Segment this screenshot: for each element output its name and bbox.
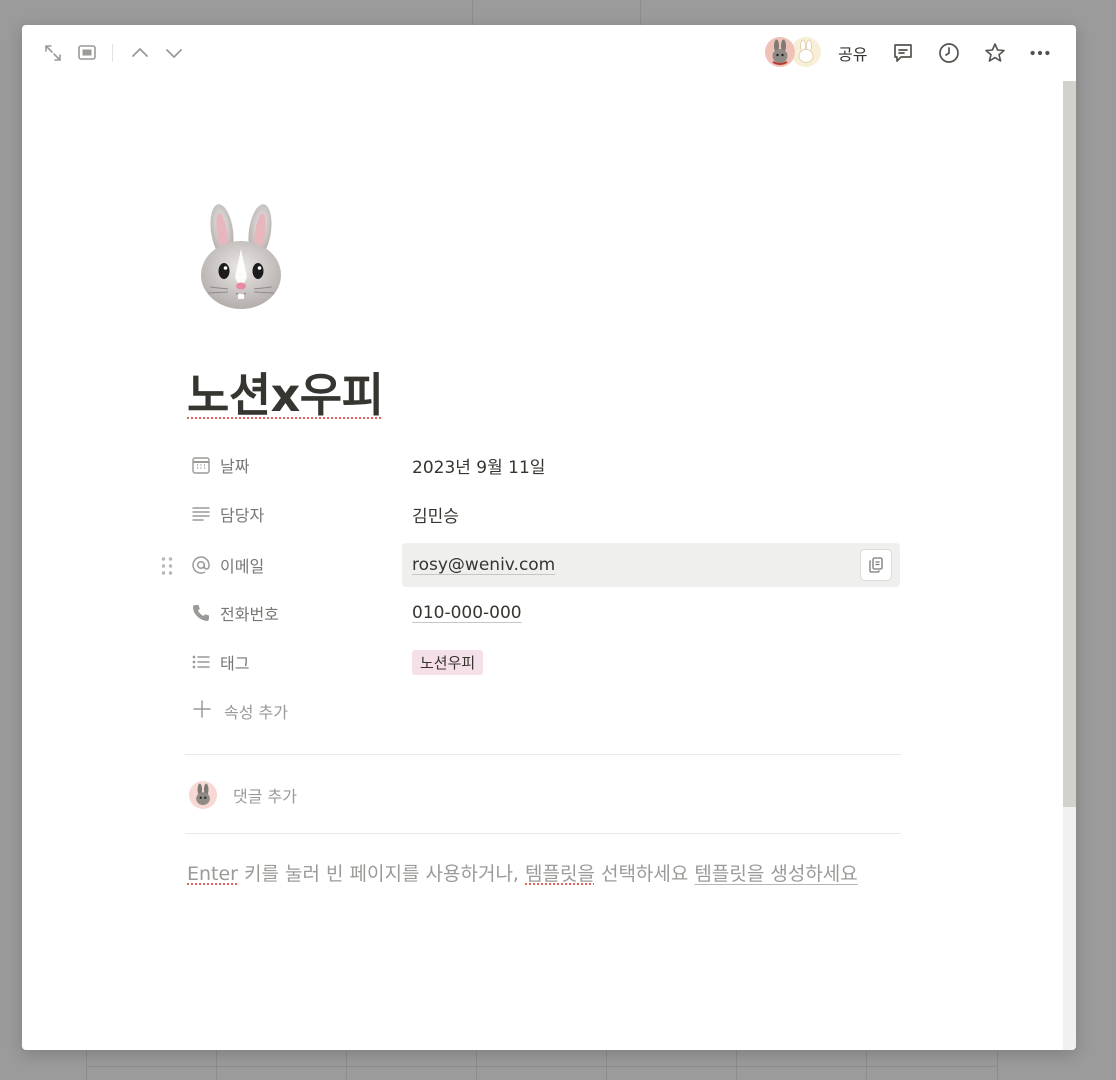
property-name-email[interactable]: 이메일 xyxy=(190,543,390,587)
list-icon xyxy=(190,651,212,673)
property-name-tags[interactable]: 태그 xyxy=(190,640,390,684)
bg-grid-line xyxy=(866,1050,867,1080)
bg-grid-line xyxy=(640,0,641,25)
property-value-email[interactable]: rosy@weniv.com xyxy=(402,543,900,587)
property-row-tags: 태그 노션우피 xyxy=(190,640,902,684)
enter-key-word: Enter xyxy=(187,863,238,885)
bg-grid-line xyxy=(472,0,473,25)
bg-grid-line xyxy=(346,1050,347,1080)
drag-handle-icon[interactable] xyxy=(160,555,174,577)
property-value-phone[interactable]: 010-000-000 xyxy=(402,591,900,635)
calendar-icon xyxy=(190,454,212,476)
empty-page-hint: Enter 키를 눌러 빈 페이지를 사용하거나, 템플릿을 선택하세요 템플릿… xyxy=(187,859,858,886)
clock-icon[interactable] xyxy=(937,41,961,65)
property-label: 태그 xyxy=(220,654,250,673)
peek-topbar: 공유 xyxy=(22,25,1076,81)
comment-icon[interactable] xyxy=(891,41,915,65)
assignee-value: 김민승 xyxy=(412,506,459,527)
property-label: 이메일 xyxy=(220,557,265,576)
property-value-assignee[interactable]: 김민승 xyxy=(402,492,900,536)
property-row-date: 날짜 2023년 9월 11일 xyxy=(190,443,902,487)
create-template-link[interactable]: 템플릿을 생성하세요 xyxy=(694,863,857,885)
divider xyxy=(185,833,901,834)
select-template-link[interactable]: 템플릿을 xyxy=(525,863,595,885)
divider xyxy=(185,754,901,755)
chevron-up-icon[interactable] xyxy=(128,41,152,65)
property-label: 담당자 xyxy=(220,506,265,525)
date-value: 2023년 9월 11일 xyxy=(412,457,546,478)
hint-text: 선택하세요 xyxy=(594,863,695,885)
avatar xyxy=(189,781,217,809)
page-title[interactable]: 노션x우피 xyxy=(187,359,384,425)
add-property-label: 속성 추가 xyxy=(224,703,288,722)
bg-grid-line xyxy=(86,1050,87,1080)
collaborator-avatars[interactable] xyxy=(765,37,821,67)
tag-chip[interactable]: 노션우피 xyxy=(412,649,484,675)
property-name-date[interactable]: 날짜 xyxy=(190,443,390,487)
expand-icon[interactable] xyxy=(41,41,65,65)
comment-placeholder[interactable]: 댓글 추가 xyxy=(233,783,297,807)
property-label: 날짜 xyxy=(220,457,250,476)
bg-grid-line xyxy=(216,1050,217,1080)
phone-link[interactable]: 010-000-000 xyxy=(412,603,522,623)
page-icon-rabbit[interactable] xyxy=(192,203,288,311)
bg-grid-line xyxy=(606,1050,607,1080)
property-row-email: 이메일 rosy@weniv.com xyxy=(190,543,902,587)
text-lines-icon xyxy=(190,503,212,525)
property-value-date[interactable]: 2023년 9월 11일 xyxy=(402,443,900,487)
email-link[interactable]: rosy@weniv.com xyxy=(412,555,555,575)
toolbar-divider xyxy=(112,44,113,62)
hint-text: 키를 눌러 빈 페이지를 사용하거나, xyxy=(238,863,525,885)
bg-grid-line xyxy=(476,1050,477,1080)
property-row-assignee: 담당자 김민승 xyxy=(190,492,902,536)
property-value-tags[interactable]: 노션우피 xyxy=(402,640,900,684)
plus-icon xyxy=(192,699,212,723)
at-sign-icon xyxy=(190,554,212,576)
copy-button[interactable] xyxy=(860,549,892,581)
bg-grid-line xyxy=(86,1066,998,1067)
star-icon[interactable] xyxy=(983,41,1007,65)
share-button[interactable]: 공유 xyxy=(838,41,867,65)
more-options-icon[interactable] xyxy=(1028,41,1052,65)
property-name-phone[interactable]: 전화번호 xyxy=(190,591,390,635)
avatar xyxy=(765,37,795,67)
scrollbar-thumb[interactable] xyxy=(1063,81,1076,807)
property-row-phone: 전화번호 010-000-000 xyxy=(190,591,902,635)
add-property-button[interactable]: 속성 추가 xyxy=(192,699,288,723)
add-comment-row[interactable]: 댓글 추가 xyxy=(189,780,297,810)
property-name-assignee[interactable]: 담당자 xyxy=(190,492,390,536)
bg-grid-line xyxy=(997,1050,998,1080)
property-label: 전화번호 xyxy=(220,605,279,624)
peek-mode-icon[interactable] xyxy=(75,41,99,65)
avatar xyxy=(791,37,821,67)
bg-grid-line xyxy=(736,1050,737,1080)
page-peek-panel: 공유 노션x우피 날짜 2023년 9월 11일 담당자 김민승 이메일 ros… xyxy=(22,25,1076,1050)
phone-icon xyxy=(190,602,212,624)
chevron-down-icon[interactable] xyxy=(162,41,186,65)
